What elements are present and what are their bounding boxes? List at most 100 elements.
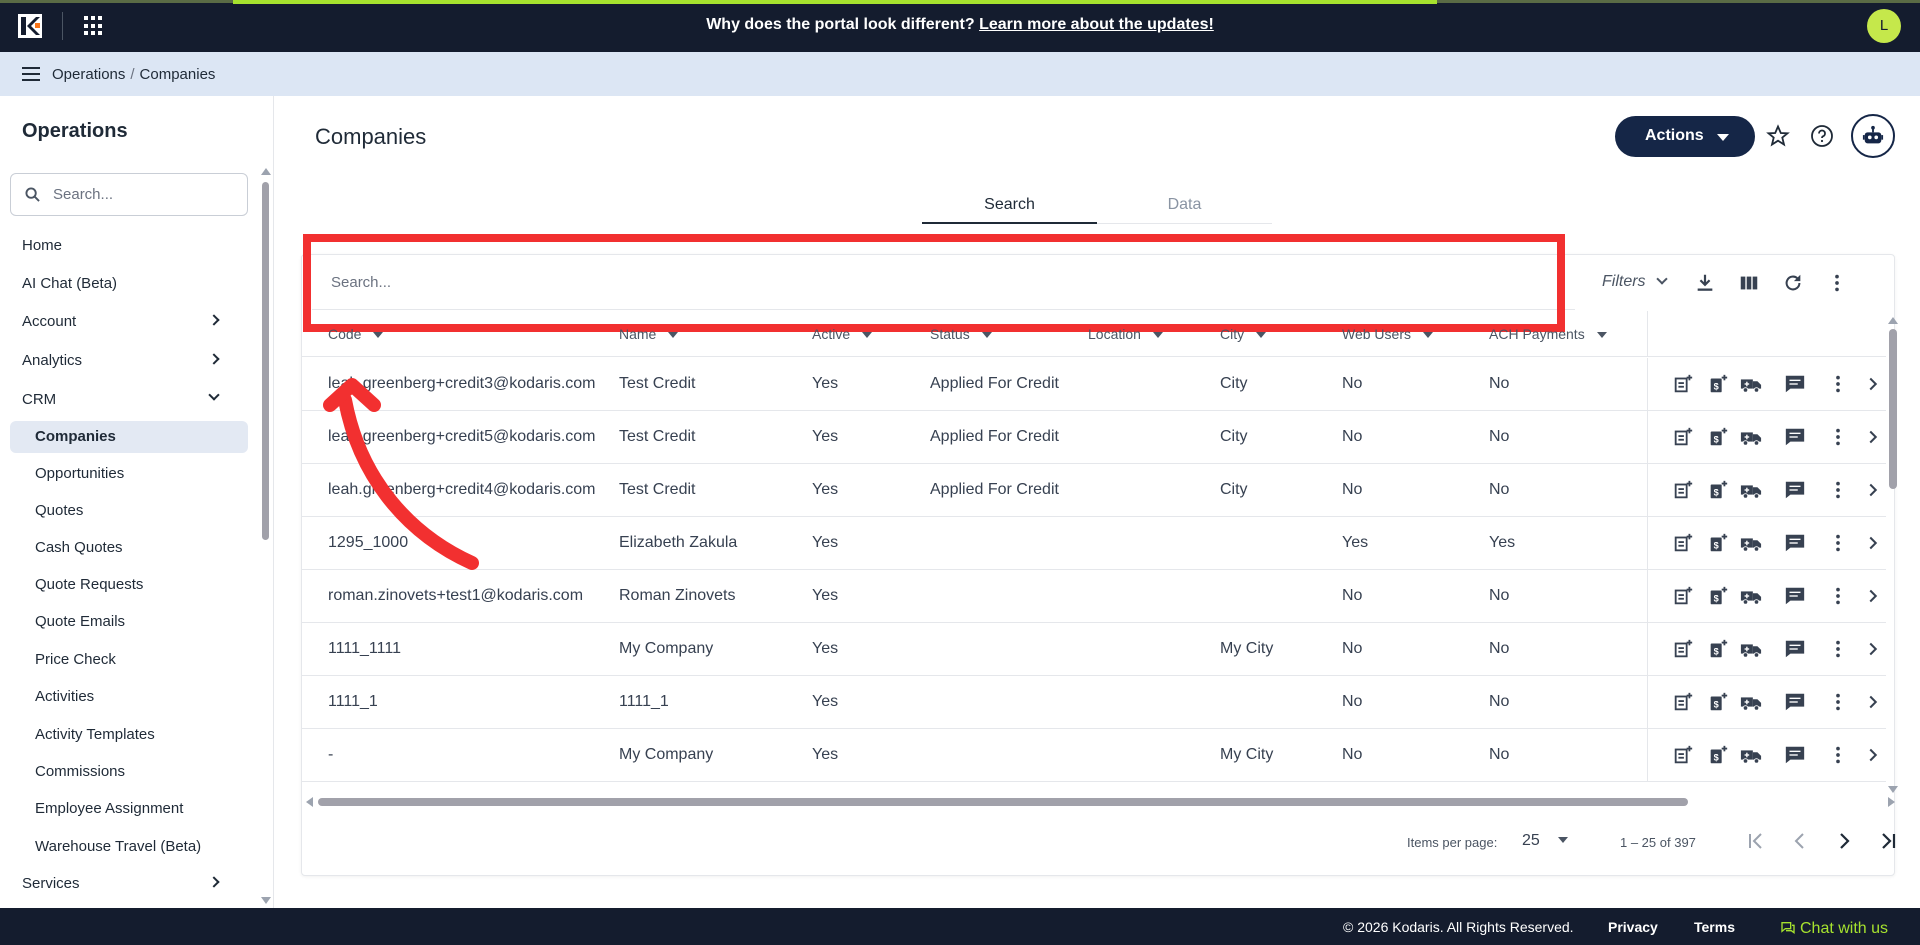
next-page-icon[interactable] [1832,829,1856,853]
sidebar-item-ai-chat[interactable]: AI Chat (Beta) [0,268,258,300]
download-icon[interactable] [1694,272,1716,294]
sidebar-item-home[interactable]: Home [0,230,258,262]
column-header-web-users[interactable]: Web Users [1342,326,1433,342]
comment-icon[interactable] [1784,532,1806,554]
sidebar-item-analytics[interactable]: Analytics [0,345,258,377]
sidebar-search-input[interactable]: Search... [10,173,248,216]
sidebar-item-quote-emails[interactable]: Quote Emails [0,606,258,638]
note-add-icon[interactable] [1672,373,1694,395]
sidebar-item-quote-requests[interactable]: Quote Requests [0,569,258,601]
chevron-right-icon[interactable] [1862,479,1884,501]
sidebar-item-account[interactable]: Account [0,306,258,338]
truck-icon[interactable] [1740,532,1762,554]
sidebar-item-crm[interactable]: CRM [0,384,258,416]
note-add-icon[interactable] [1672,426,1694,448]
columns-icon[interactable] [1738,272,1760,294]
scroll-down-icon[interactable] [261,897,271,904]
note-add-icon[interactable] [1672,585,1694,607]
note-add-icon[interactable] [1672,744,1694,766]
footer-terms-link[interactable]: Terms [1694,919,1735,935]
filters-button[interactable]: Filters [1602,273,1668,291]
sidebar-item-opportunities[interactable]: Opportunities [0,458,258,490]
page-size-select[interactable]: 25 [1522,832,1568,850]
more-vert-icon[interactable] [1826,272,1848,294]
sidebar-item-warehouse-travel[interactable]: Warehouse Travel (Beta) [0,831,258,863]
table-vertical-scrollbar[interactable] [1886,317,1900,793]
note-add-icon[interactable] [1672,638,1694,660]
column-header-location[interactable]: Location [1088,326,1163,342]
truck-icon[interactable] [1740,373,1762,395]
sidebar-item-activity-templates[interactable]: Activity Templates [0,719,258,751]
sidebar-item-activities[interactable]: Activities [0,681,258,713]
sidebar-item-services[interactable]: Services [0,868,258,900]
money-add-icon[interactable]: $ [1707,691,1729,713]
table-vertical-scroll-thumb[interactable] [1889,329,1897,489]
more-vert-icon[interactable] [1827,744,1849,766]
comment-icon[interactable] [1784,426,1806,448]
scroll-up-icon[interactable] [1888,317,1898,324]
more-vert-icon[interactable] [1827,585,1849,607]
money-add-icon[interactable]: $ [1707,744,1729,766]
sidebar-scrollbar[interactable] [258,168,272,904]
refresh-icon[interactable] [1782,272,1804,294]
table-row[interactable]: roman.zinovets+test1@kodaris.com Roman Zi… [302,570,1886,623]
chevron-right-icon[interactable] [1862,426,1884,448]
sidebar-item-price-check[interactable]: Price Check [0,644,258,676]
truck-icon[interactable] [1740,426,1762,448]
truck-icon[interactable] [1740,744,1762,766]
chevron-right-icon[interactable] [1862,373,1884,395]
table-row[interactable]: leah.greenberg+credit5@kodaris.com Test C… [302,411,1886,464]
comment-icon[interactable] [1784,373,1806,395]
money-add-icon[interactable]: $ [1707,532,1729,554]
sidebar-scroll-thumb[interactable] [262,182,269,540]
actions-button[interactable]: Actions [1615,116,1755,157]
money-add-icon[interactable]: $ [1707,426,1729,448]
column-header-code[interactable]: Code [328,326,384,342]
column-header-active[interactable]: Active [812,326,873,342]
column-header-ach-payments[interactable]: ACH Payments [1489,326,1607,342]
table-horizontal-scroll-thumb[interactable] [318,798,1688,806]
breadcrumb-operations[interactable]: Operations [52,66,125,83]
banner-learn-more-link[interactable]: Learn more about the updates! [979,16,1214,33]
note-add-icon[interactable] [1672,532,1694,554]
footer-privacy-link[interactable]: Privacy [1608,919,1658,935]
truck-icon[interactable] [1740,479,1762,501]
chat-with-us-button[interactable]: Chat with us [1780,917,1888,938]
sidebar-item-companies[interactable]: Companies [10,421,248,453]
comment-icon[interactable] [1784,479,1806,501]
table-row[interactable]: leah.greenberg+credit4@kodaris.com Test C… [302,464,1886,517]
more-vert-icon[interactable] [1827,532,1849,554]
column-header-status[interactable]: Status [930,326,992,342]
sidebar-item-employee-assignment[interactable]: Employee Assignment [0,793,258,825]
chevron-right-icon[interactable] [1862,691,1884,713]
sidebar-item-commissions[interactable]: Commissions [0,756,258,788]
money-add-icon[interactable]: $ [1707,585,1729,607]
comment-icon[interactable] [1784,638,1806,660]
truck-icon[interactable] [1740,585,1762,607]
comment-icon[interactable] [1784,585,1806,607]
money-add-icon[interactable]: $ [1707,638,1729,660]
scroll-down-icon[interactable] [1888,786,1898,793]
note-add-icon[interactable] [1672,691,1694,713]
chevron-right-icon[interactable] [1862,744,1884,766]
money-add-icon[interactable]: $ [1707,373,1729,395]
money-add-icon[interactable]: $ [1707,479,1729,501]
ai-assistant-button[interactable] [1851,114,1895,158]
previous-page-icon[interactable] [1788,829,1812,853]
chevron-right-icon[interactable] [1862,532,1884,554]
note-add-icon[interactable] [1672,479,1694,501]
comment-icon[interactable] [1784,691,1806,713]
column-header-name[interactable]: Name [619,326,679,342]
truck-icon[interactable] [1740,691,1762,713]
sidebar-item-cash-quotes[interactable]: Cash Quotes [0,532,258,564]
more-vert-icon[interactable] [1827,638,1849,660]
tab-data[interactable]: Data [1097,188,1272,224]
chevron-right-icon[interactable] [1862,638,1884,660]
table-row[interactable]: 1111_1 1111_1 Yes No No $ [302,676,1886,729]
last-page-icon[interactable] [1876,829,1900,853]
table-row[interactable]: - My Company Yes My City No No $ [302,729,1886,782]
more-vert-icon[interactable] [1827,426,1849,448]
sidebar-item-quotes[interactable]: Quotes [0,495,258,527]
more-vert-icon[interactable] [1827,691,1849,713]
star-icon[interactable] [1766,124,1790,148]
